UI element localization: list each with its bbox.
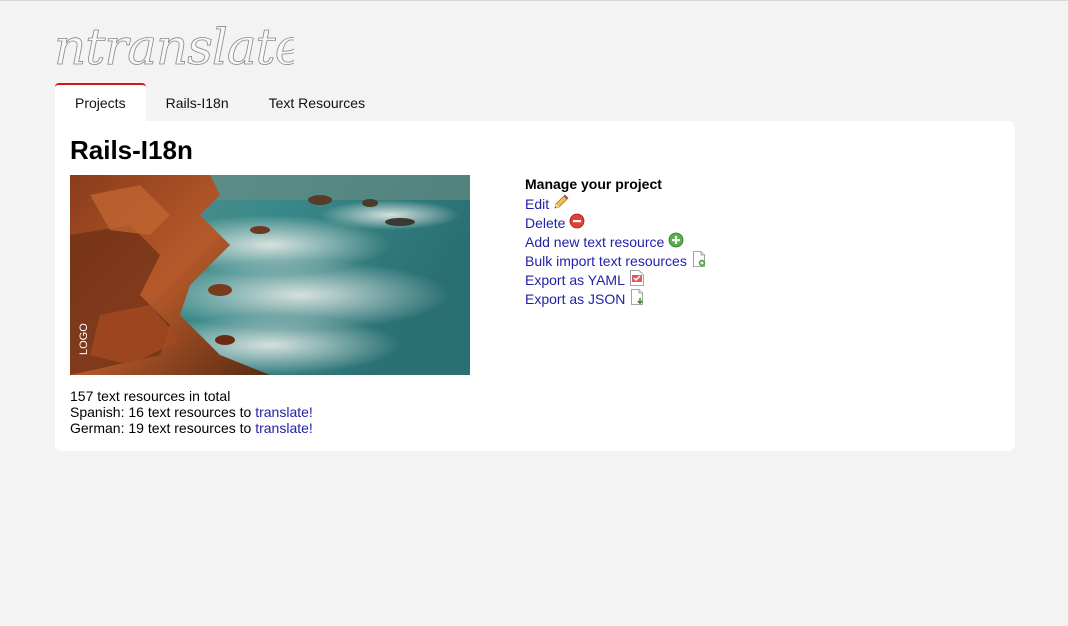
add-icon[interactable] — [668, 232, 684, 248]
svg-text:ntranslate: ntranslate — [54, 18, 294, 76]
manage-item-add: Add new text resource — [525, 232, 707, 252]
image-caption: LOGO — [78, 323, 90, 355]
manage-project-menu: Manage your project Edit Delete Add new … — [525, 176, 707, 309]
manage-item-export-json: Export as JSON — [525, 288, 707, 309]
project-panel: Rails-I18n LOGO 157 text resources in to… — [55, 121, 1015, 451]
add-text-resource-link[interactable]: Add new text resource — [525, 233, 664, 252]
tab-text-resources[interactable]: Text Resources — [249, 83, 385, 121]
export-yaml-link[interactable]: Export as YAML — [525, 271, 625, 290]
main-tabs: Projects Rails-I18n Text Resources — [55, 83, 385, 121]
page-title: Rails-I18n — [70, 135, 193, 165]
top-border — [0, 0, 1068, 1]
manage-title: Manage your project — [525, 176, 662, 192]
translate-spanish-link[interactable]: translate! — [255, 404, 313, 420]
bulk-import-link[interactable]: Bulk import text resources — [525, 252, 687, 271]
page-export-icon[interactable] — [629, 288, 645, 305]
app-logo[interactable]: ntranslate — [54, 14, 294, 76]
page-yaml-icon[interactable] — [629, 269, 645, 286]
stats-german-label: German: 19 text resources to — [70, 420, 256, 436]
export-json-link[interactable]: Export as JSON — [525, 290, 625, 309]
stats-total: 157 text resources in total — [70, 388, 231, 404]
delete-link[interactable]: Delete — [525, 214, 565, 233]
manage-item-edit: Edit — [525, 194, 707, 214]
stats-spanish-label: Spanish: 16 text resources to — [70, 404, 256, 420]
delete-icon[interactable] — [569, 213, 585, 229]
stats-german: German: 19 text resources to translate! — [70, 420, 313, 436]
stats-spanish: Spanish: 16 text resources to translate! — [70, 404, 313, 420]
tab-projects[interactable]: Projects — [55, 83, 146, 121]
translate-german-link[interactable]: translate! — [255, 420, 313, 436]
page-import-icon[interactable] — [691, 250, 707, 267]
manage-item-delete: Delete — [525, 213, 707, 233]
pencil-icon[interactable] — [553, 194, 569, 210]
project-logo-image: LOGO — [70, 175, 470, 375]
edit-link[interactable]: Edit — [525, 195, 549, 214]
manage-item-bulk-import: Bulk import text resources — [525, 250, 707, 271]
text-resource-stats: 157 text resources in total Spanish: 16 … — [70, 388, 313, 436]
manage-item-export-yaml: Export as YAML — [525, 269, 707, 290]
tab-rails-i18n[interactable]: Rails-I18n — [146, 83, 249, 121]
